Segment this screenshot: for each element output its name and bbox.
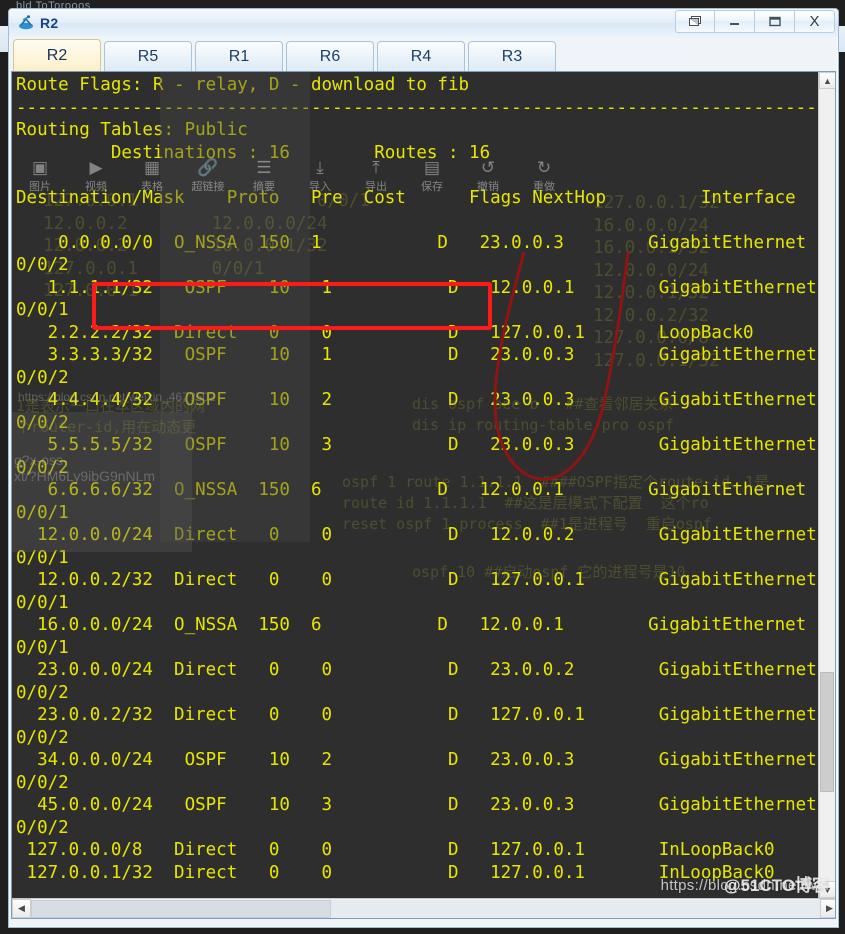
scroll-left-button[interactable]: ◀ bbox=[12, 899, 31, 918]
tab-r3[interactable]: R3 bbox=[468, 41, 556, 71]
minimize-button[interactable] bbox=[715, 10, 755, 33]
tab-label: R2 bbox=[46, 46, 68, 64]
tab-label: R3 bbox=[501, 47, 523, 65]
tab-r4[interactable]: R4 bbox=[377, 41, 465, 71]
scroll-down-button[interactable]: ▼ bbox=[819, 881, 835, 898]
chevron-right-icon: ▶ bbox=[826, 903, 833, 913]
close-button[interactable]: X bbox=[795, 10, 835, 33]
window-controls: X bbox=[675, 10, 835, 33]
tab-r5[interactable]: R5 bbox=[104, 41, 192, 71]
horizontal-scroll-track[interactable] bbox=[31, 899, 820, 918]
restore-button[interactable] bbox=[675, 10, 715, 33]
tab-label: R1 bbox=[228, 47, 250, 65]
horizontal-scroll-thumb[interactable] bbox=[31, 899, 331, 918]
router-console-window: R2 X R2 R5 R1 R6 R4 R3 ▣ 图片 ▶ 视频 ▦ 表格 🔗 … bbox=[8, 8, 839, 928]
tab-r1[interactable]: R1 bbox=[195, 41, 283, 71]
tab-label: R4 bbox=[410, 47, 432, 65]
router-icon bbox=[17, 14, 35, 32]
tab-label: R5 bbox=[137, 47, 159, 65]
tab-label: R6 bbox=[319, 47, 341, 65]
close-icon: X bbox=[809, 13, 820, 30]
maximize-button[interactable] bbox=[755, 10, 795, 33]
tab-r6[interactable]: R6 bbox=[286, 41, 374, 71]
scroll-right-button[interactable]: ▶ bbox=[820, 899, 835, 918]
scroll-up-button[interactable]: ▲ bbox=[819, 72, 835, 89]
chevron-down-icon: ▼ bbox=[823, 884, 832, 895]
terminal-text[interactable]: Route Flags: R - relay, D - download to … bbox=[12, 72, 822, 898]
chevron-up-icon: ▲ bbox=[823, 75, 832, 86]
tab-r2[interactable]: R2 bbox=[13, 39, 101, 71]
chevron-left-icon: ◀ bbox=[18, 903, 25, 913]
vertical-scroll-thumb[interactable] bbox=[820, 672, 834, 792]
console-output-panel[interactable]: ▣ 图片 ▶ 视频 ▦ 表格 🔗 超链接 ☰ 摘要 ⤓ 导入 ⤒ 导出 ▤ 保存 ↺ 撤销 ↻ 重做… bbox=[11, 71, 836, 919]
vertical-scrollbar[interactable]: ▲ ▼ bbox=[818, 72, 835, 898]
screenshot-root: bld ToTorooos 我爱分享网 熊猫畔·资 小刀娱乐网 小刀娱乐网 新起… bbox=[0, 0, 845, 934]
horizontal-scrollbar[interactable]: ◀ ▶ bbox=[12, 898, 835, 918]
device-tabbar: R2 R5 R1 R6 R4 R3 bbox=[9, 37, 838, 71]
window-title: R2 bbox=[40, 15, 59, 31]
window-titlebar[interactable]: R2 X bbox=[9, 9, 838, 37]
